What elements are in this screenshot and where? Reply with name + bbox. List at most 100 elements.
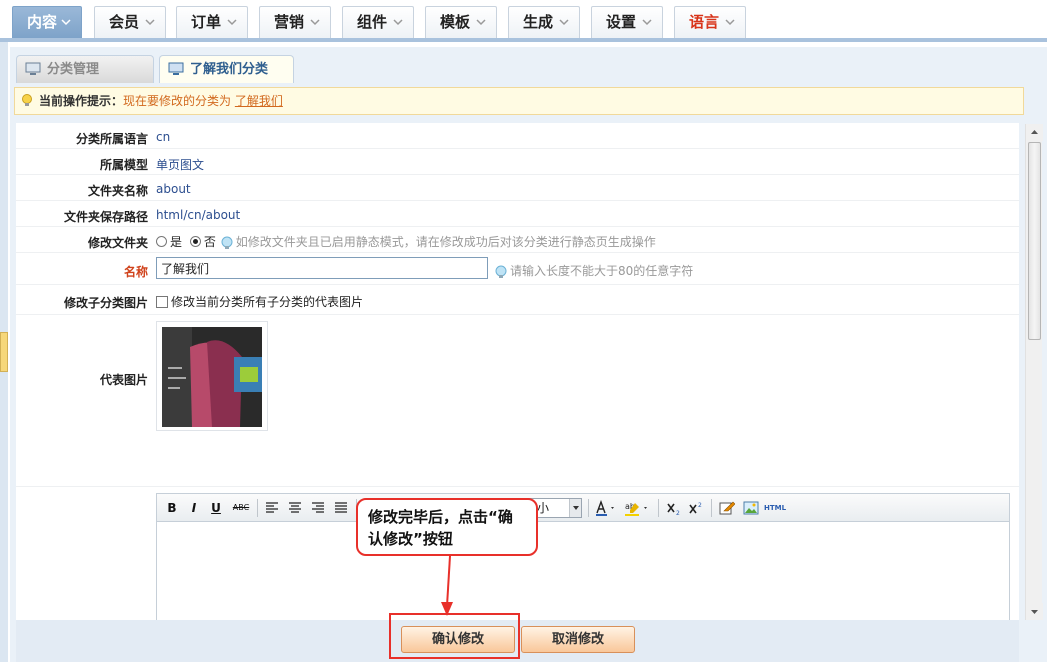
radio-no[interactable] bbox=[189, 236, 201, 247]
child-image-checkbox-label: 修改当前分类所有子分类的代表图片 bbox=[171, 295, 364, 309]
nav-label: 订单 bbox=[191, 13, 222, 31]
cancel-modify-button[interactable]: 取消修改 bbox=[521, 626, 635, 653]
name-hint: 请输入长度不能大于80的任意字符 bbox=[510, 264, 694, 278]
content-area: 分类管理 了解我们分类 当前操作提示：现在要修改的分类为 了解我们 分类所属语言… bbox=[10, 47, 1047, 662]
hint-bulb-icon bbox=[495, 265, 507, 278]
align-left-icon[interactable] bbox=[264, 500, 280, 516]
operation-tip-bar: 当前操作提示：现在要修改的分类为 了解我们 bbox=[14, 87, 1024, 115]
row-language: 分类所属语言 cn bbox=[16, 123, 1019, 149]
scrollbar-thumb[interactable] bbox=[1028, 142, 1041, 340]
chevron-down-icon bbox=[725, 19, 735, 26]
nav-item-template[interactable]: 模板 bbox=[425, 6, 497, 38]
field-label: 修改文件夹 bbox=[87, 236, 148, 250]
tab-label: 分类管理 bbox=[47, 62, 100, 77]
italic-button[interactable]: I bbox=[187, 500, 201, 516]
nav-item-content[interactable]: 内容 bbox=[12, 6, 82, 38]
nav-item-order[interactable]: 订单 bbox=[176, 6, 248, 38]
highlight-color-icon[interactable]: ab bbox=[623, 500, 651, 516]
nav-label: 营销 bbox=[274, 13, 305, 31]
svg-text:2: 2 bbox=[676, 510, 680, 516]
lightbulb-icon bbox=[22, 94, 32, 106]
name-input[interactable] bbox=[156, 257, 488, 279]
nav-item-generate[interactable]: 生成 bbox=[508, 6, 580, 38]
rich-text-editor[interactable]: B I U ABC 字体 字体大小 bbox=[156, 493, 1010, 620]
bold-button[interactable]: B bbox=[165, 500, 179, 516]
row-modify-folder: 修改文件夹 是 否 如修改文件夹且已启用静态模式，请在修改成功后对该分类进行静态… bbox=[16, 227, 1019, 253]
nav-label: 生成 bbox=[523, 13, 554, 31]
child-image-checkbox[interactable] bbox=[156, 296, 168, 308]
radio-yes[interactable] bbox=[156, 236, 167, 247]
dropdown-arrow-icon bbox=[569, 499, 581, 517]
tab-category-management[interactable]: 分类管理 bbox=[16, 55, 154, 83]
radio-yes-label: 是 bbox=[170, 235, 183, 249]
field-label: 分类所属语言 bbox=[75, 132, 148, 146]
modify-folder-hint: 如修改文件夹且已启用静态模式，请在修改成功后对该分类进行静态页生成操作 bbox=[235, 235, 656, 249]
nav-item-component[interactable]: 组件 bbox=[342, 6, 414, 38]
underline-button[interactable]: U bbox=[209, 500, 223, 516]
row-folder-path: 文件夹保存路径 html/cn/about bbox=[16, 201, 1019, 227]
tip-label: 当前操作提示： bbox=[39, 94, 124, 108]
align-right-icon[interactable] bbox=[310, 500, 326, 516]
tab-about-us-category[interactable]: 了解我们分类 bbox=[159, 55, 294, 83]
confirm-modify-button[interactable]: 确认修改 bbox=[401, 626, 515, 653]
chevron-down-icon bbox=[393, 19, 403, 26]
edit-icon[interactable] bbox=[719, 500, 735, 516]
tip-message: 现在要修改的分类为 bbox=[123, 94, 235, 108]
monitor-icon bbox=[168, 62, 184, 75]
modify-folder-options: 是 否 如修改文件夹且已启用静态模式，请在修改成功后对该分类进行静态页生成操作 bbox=[156, 233, 656, 250]
svg-text:2: 2 bbox=[698, 502, 702, 509]
representative-image[interactable] bbox=[156, 321, 268, 431]
thumbnail-image bbox=[162, 327, 262, 427]
field-label: 名称 bbox=[123, 265, 148, 279]
language-value: cn bbox=[156, 130, 171, 144]
vertical-scrollbar[interactable] bbox=[1025, 124, 1043, 620]
nav-item-member[interactable]: 会员 bbox=[94, 6, 166, 38]
font-color-icon[interactable] bbox=[594, 500, 618, 516]
chevron-down-icon bbox=[642, 19, 652, 26]
row-name: 名称 请输入长度不能大于80的任意字符 bbox=[16, 253, 1019, 285]
field-label: 文件夹保存路径 bbox=[63, 210, 148, 224]
top-navigation: 内容 会员 订单 营销 组件 模板 生成 设置 语言 bbox=[0, 0, 1047, 42]
hint-bulb-icon bbox=[221, 236, 233, 249]
row-folder-name: 文件夹名称 about bbox=[16, 175, 1019, 201]
field-label: 代表图片 bbox=[99, 373, 148, 387]
instruction-callout: 修改完毕后，点击“确认修改”按钮 bbox=[356, 498, 538, 556]
nav-item-marketing[interactable]: 营销 bbox=[259, 6, 331, 38]
field-label: 修改子分类图片 bbox=[63, 296, 148, 310]
tab-label: 了解我们分类 bbox=[190, 62, 269, 77]
row-child-image: 修改子分类图片 修改当前分类所有子分类的代表图片 bbox=[16, 285, 1019, 315]
field-label: 文件夹名称 bbox=[87, 184, 148, 198]
scroll-up-arrow-icon[interactable] bbox=[1026, 124, 1043, 141]
callout-arrow bbox=[441, 556, 453, 616]
superscript-icon[interactable]: 2 bbox=[688, 500, 704, 516]
align-center-icon[interactable] bbox=[287, 500, 303, 516]
toolbar-separator bbox=[588, 499, 589, 517]
field-label: 所属模型 bbox=[99, 158, 148, 172]
tip-category-link[interactable]: 了解我们 bbox=[235, 94, 283, 108]
strikethrough-button[interactable]: ABC bbox=[229, 500, 253, 516]
nav-item-language[interactable]: 语言 bbox=[674, 6, 746, 38]
radio-no-label: 否 bbox=[203, 235, 216, 249]
folder-path-value: html/cn/about bbox=[156, 208, 241, 222]
chevron-down-icon bbox=[476, 19, 486, 26]
toolbar-separator bbox=[257, 499, 258, 517]
folder-name-value: about bbox=[156, 182, 191, 196]
child-image-option: 修改当前分类所有子分类的代表图片 bbox=[156, 293, 363, 310]
scroll-down-arrow-icon[interactable] bbox=[1026, 603, 1043, 620]
chevron-down-icon bbox=[61, 19, 71, 26]
toolbar-separator bbox=[711, 499, 712, 517]
nav-label: 模板 bbox=[440, 13, 471, 31]
insert-image-icon[interactable] bbox=[743, 500, 759, 516]
editor-toolbar: B I U ABC 字体 字体大小 bbox=[157, 494, 1009, 522]
html-source-button[interactable]: HTML bbox=[763, 500, 787, 516]
model-value: 单页图文 bbox=[156, 158, 205, 172]
nav-underline bbox=[0, 38, 1047, 42]
sidebar-toggle-handle[interactable] bbox=[0, 332, 8, 372]
nav-item-settings[interactable]: 设置 bbox=[591, 6, 663, 38]
nav-label: 设置 bbox=[606, 13, 637, 31]
align-justify-icon[interactable] bbox=[333, 500, 349, 516]
chevron-down-icon bbox=[559, 19, 569, 26]
chevron-down-icon bbox=[310, 19, 320, 26]
subscript-icon[interactable]: 2 bbox=[666, 500, 682, 516]
monitor-icon bbox=[25, 62, 41, 75]
